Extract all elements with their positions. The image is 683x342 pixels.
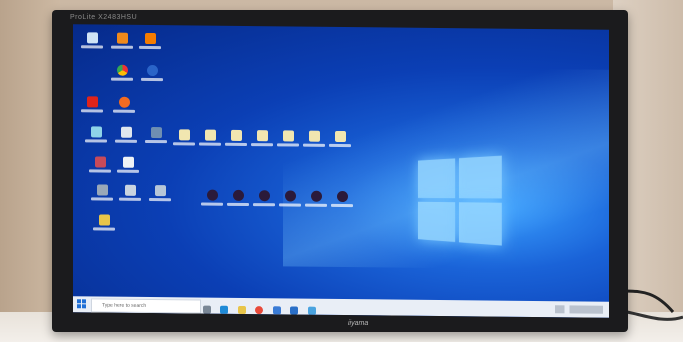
pdf-icon	[86, 96, 98, 108]
folder-icon	[98, 214, 110, 226]
desktop-icon-folder[interactable]	[89, 214, 119, 231]
brand-logo: iiyama	[348, 320, 369, 327]
taskbar-search-box[interactable]: Type here to search	[91, 298, 201, 314]
app-icon	[150, 127, 162, 139]
file-explorer-icon[interactable]	[237, 305, 246, 315]
desktop-icon-vlc[interactable]	[107, 32, 137, 49]
vlc-icon	[144, 32, 156, 45]
edge-icon[interactable]	[220, 305, 229, 314]
media-icon	[232, 189, 244, 201]
desktop-media-6[interactable]	[327, 190, 357, 208]
system-tray[interactable]	[555, 305, 603, 314]
desktop-icon-8[interactable]	[141, 127, 171, 144]
wall-left	[0, 0, 60, 342]
app-icon	[90, 126, 102, 138]
document-icon	[334, 130, 346, 143]
media-icon	[284, 190, 296, 202]
task-view-icon[interactable]	[203, 305, 211, 314]
firefox-icon	[118, 96, 130, 108]
media-icon	[258, 190, 270, 202]
media-icon	[336, 190, 348, 203]
document-icon	[230, 129, 242, 141]
document-icon	[256, 130, 268, 142]
chrome-icon	[116, 64, 128, 76]
document-icon	[178, 129, 190, 141]
desktop-icon-2[interactable]	[85, 156, 115, 173]
chrome-taskbar-icon[interactable]	[255, 306, 264, 315]
desktop-screen: Type here to search	[73, 24, 609, 318]
desktop-icon-acrobat[interactable]	[77, 96, 107, 113]
app-icon	[122, 156, 134, 168]
document-icon	[282, 130, 294, 142]
app-icon	[120, 126, 132, 138]
app-taskbar-icon[interactable]	[307, 306, 316, 315]
document-icon	[204, 129, 216, 141]
taskbar-pinned-apps	[203, 301, 321, 318]
app-icon	[146, 64, 158, 77]
mail-icon[interactable]	[290, 306, 299, 315]
desktop-doc-7[interactable]	[325, 130, 355, 148]
desktop-icon-4[interactable]	[111, 126, 141, 143]
monitor: ProLite X2483HSU Type here to search iiy…	[52, 10, 628, 332]
desktop-icon-1[interactable]	[81, 126, 111, 143]
desktop-icon-recycle-bin[interactable]	[77, 32, 107, 49]
app-icon	[116, 32, 128, 44]
media-icon	[206, 189, 218, 201]
desktop-icon-chrome[interactable]	[107, 64, 137, 81]
desktop-icon-3[interactable]	[87, 184, 117, 201]
desktop-icon-9[interactable]	[145, 185, 175, 202]
windows-logo-icon	[417, 155, 504, 247]
store-icon[interactable]	[272, 306, 281, 315]
app-icon	[94, 156, 106, 168]
desktop-icon-6[interactable]	[115, 184, 145, 201]
desktop-icon-firefox[interactable]	[109, 96, 139, 113]
taskbar: Type here to search	[73, 296, 609, 318]
desktop-icon-vlc-player[interactable]	[135, 32, 165, 50]
model-label: ProLite X2483HSU	[70, 14, 138, 21]
app-icon	[124, 184, 136, 196]
desktop-icon-7[interactable]	[137, 64, 167, 82]
document-icon	[308, 130, 320, 142]
media-icon	[310, 190, 322, 202]
recycle-bin-icon	[86, 32, 98, 44]
start-button[interactable]	[77, 299, 87, 309]
desktop-icon-5[interactable]	[113, 156, 143, 173]
app-icon	[96, 184, 108, 196]
app-icon	[154, 185, 166, 197]
